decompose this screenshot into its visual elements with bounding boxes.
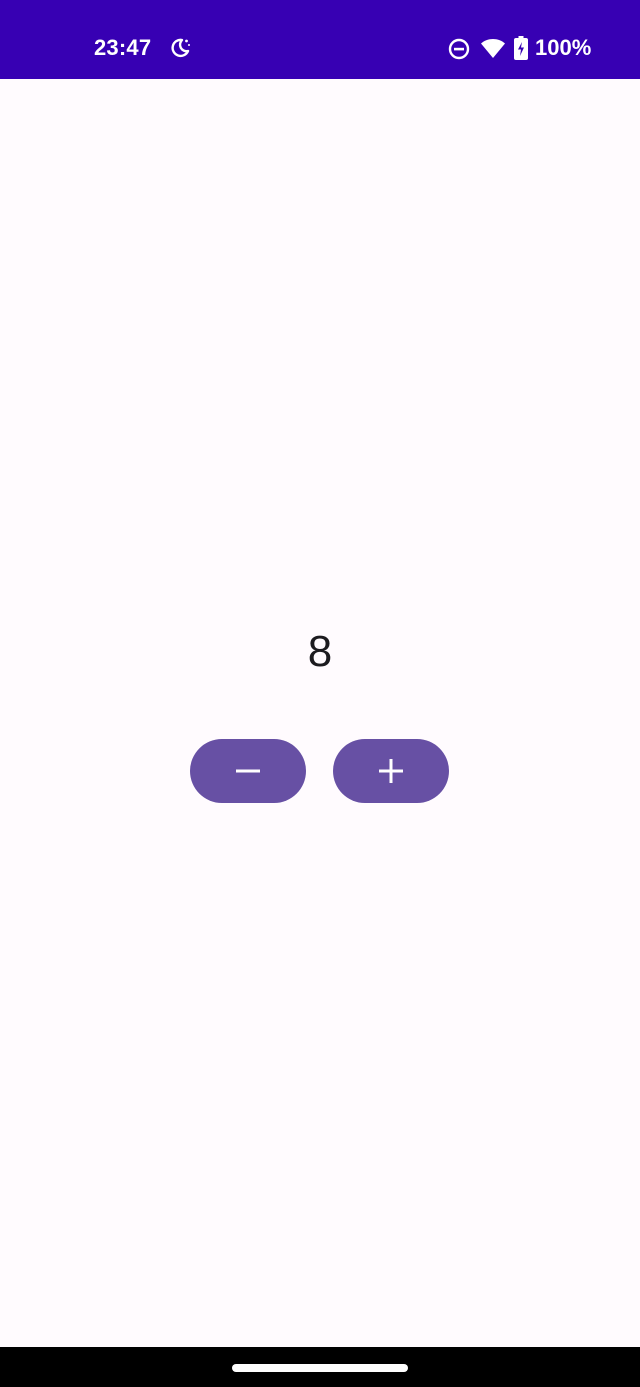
status-time: 23:47 [94,35,152,60]
do-not-disturb-icon [448,38,470,60]
counter-value: 8 [307,627,333,676]
status-bar: 23:47 100% [0,0,640,79]
increment-button[interactable] [333,739,449,803]
main-content: 8 [0,79,640,1347]
home-indicator[interactable] [232,1364,408,1372]
navigation-bar [0,1347,640,1387]
moon-icon [169,37,191,59]
wifi-icon [480,37,506,59]
battery-percent: 100% [535,35,592,60]
decrement-button[interactable] [190,739,306,803]
battery-charging-icon [514,36,528,60]
plus-icon [378,758,404,784]
minus-icon [235,758,261,784]
